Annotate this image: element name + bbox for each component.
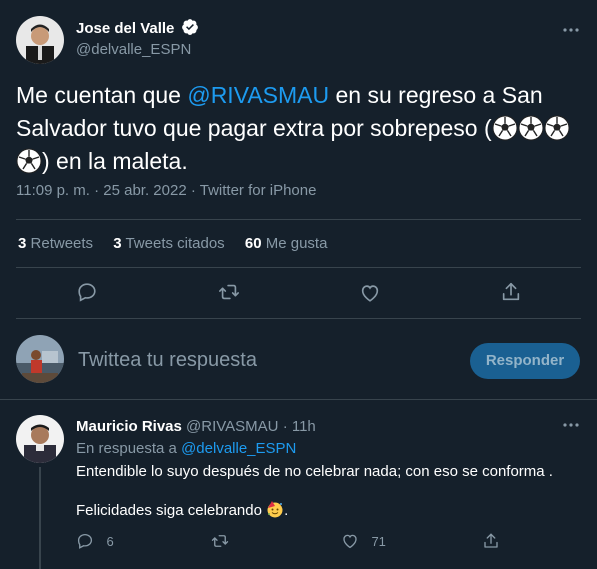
quotes-label: Tweets citados	[125, 235, 225, 252]
soccer-ball-icon	[544, 115, 570, 141]
verified-badge-icon	[181, 18, 199, 36]
tweet-stats: 3 Retweets 3 Tweets citados 60 Me gusta	[18, 235, 327, 252]
reply-like-action[interactable]: 71	[341, 532, 386, 550]
tweet-text: Me cuentan que @RIVASMAU en su regreso a…	[16, 79, 581, 178]
reply-text-part: Felicidades siga celebrando	[76, 502, 267, 519]
reply-icon[interactable]	[76, 532, 94, 550]
share-icon[interactable]	[500, 281, 522, 303]
reply-reply-action[interactable]: 6	[76, 532, 114, 550]
divider	[16, 267, 581, 268]
author-avatar[interactable]	[16, 16, 64, 64]
soccer-ball-icon	[518, 115, 544, 141]
likes-stat[interactable]: 60 Me gusta	[245, 235, 328, 252]
user-avatar[interactable]	[16, 335, 64, 383]
replying-to: En respuesta a @delvalle_ESPN	[76, 440, 296, 457]
soccer-ball-icon	[16, 148, 42, 174]
divider	[0, 399, 597, 400]
reply-button[interactable]: Responder	[470, 343, 580, 379]
reply-text-line2: Felicidades siga celebrando .	[76, 500, 576, 521]
quotes-stat[interactable]: 3 Tweets citados	[113, 235, 224, 252]
reply-author-name[interactable]: Mauricio Rivas	[76, 418, 182, 435]
more-icon[interactable]	[561, 415, 581, 435]
retweet-icon[interactable]	[211, 532, 229, 550]
replying-to-prefix: En respuesta a	[76, 440, 182, 457]
more-icon[interactable]	[561, 20, 581, 40]
retweets-label: Retweets	[30, 235, 94, 252]
mention-link[interactable]: @RIVASMAU	[187, 82, 329, 108]
retweets-stat[interactable]: 3 Retweets	[18, 235, 93, 252]
tweet-text-part: Me cuentan que	[16, 82, 188, 108]
likes-count: 60	[244, 235, 262, 252]
divider	[16, 219, 581, 220]
reply-time[interactable]: · 11h	[283, 418, 316, 435]
soccer-ball-icon	[492, 115, 518, 141]
reply-author-handle[interactable]: @RIVASMAU	[186, 418, 278, 435]
tweet-text-part: ) en la maleta.	[42, 148, 188, 174]
replying-to-link[interactable]: @delvalle_ESPN	[181, 440, 296, 457]
reply-input[interactable]: Twittea tu respuesta	[78, 349, 458, 372]
thread-line	[39, 467, 41, 569]
author-name[interactable]: Jose del Valle	[76, 20, 174, 37]
party-face-icon	[266, 500, 284, 518]
reply-like-count: 71	[371, 533, 386, 549]
reply-text-part: .	[284, 502, 289, 519]
tweet-timestamp[interactable]: 11:09 p. m. · 25 abr. 2022 · Twitter for…	[16, 182, 316, 199]
divider	[16, 318, 581, 319]
reply-author-avatar[interactable]	[16, 415, 64, 463]
author-handle[interactable]: @delvalle_ESPN	[76, 41, 191, 58]
like-icon[interactable]	[359, 282, 381, 304]
likes-label: Me gusta	[265, 235, 328, 252]
like-icon[interactable]	[341, 532, 359, 550]
reply-reply-count: 6	[106, 533, 114, 549]
reply-icon[interactable]	[76, 281, 98, 303]
retweets-count: 3	[18, 235, 27, 252]
reply-text-line1: Entendible lo suyo después de no celebra…	[76, 463, 553, 480]
share-icon[interactable]	[482, 532, 500, 550]
quotes-count: 3	[113, 235, 122, 252]
retweet-icon[interactable]	[218, 281, 240, 303]
